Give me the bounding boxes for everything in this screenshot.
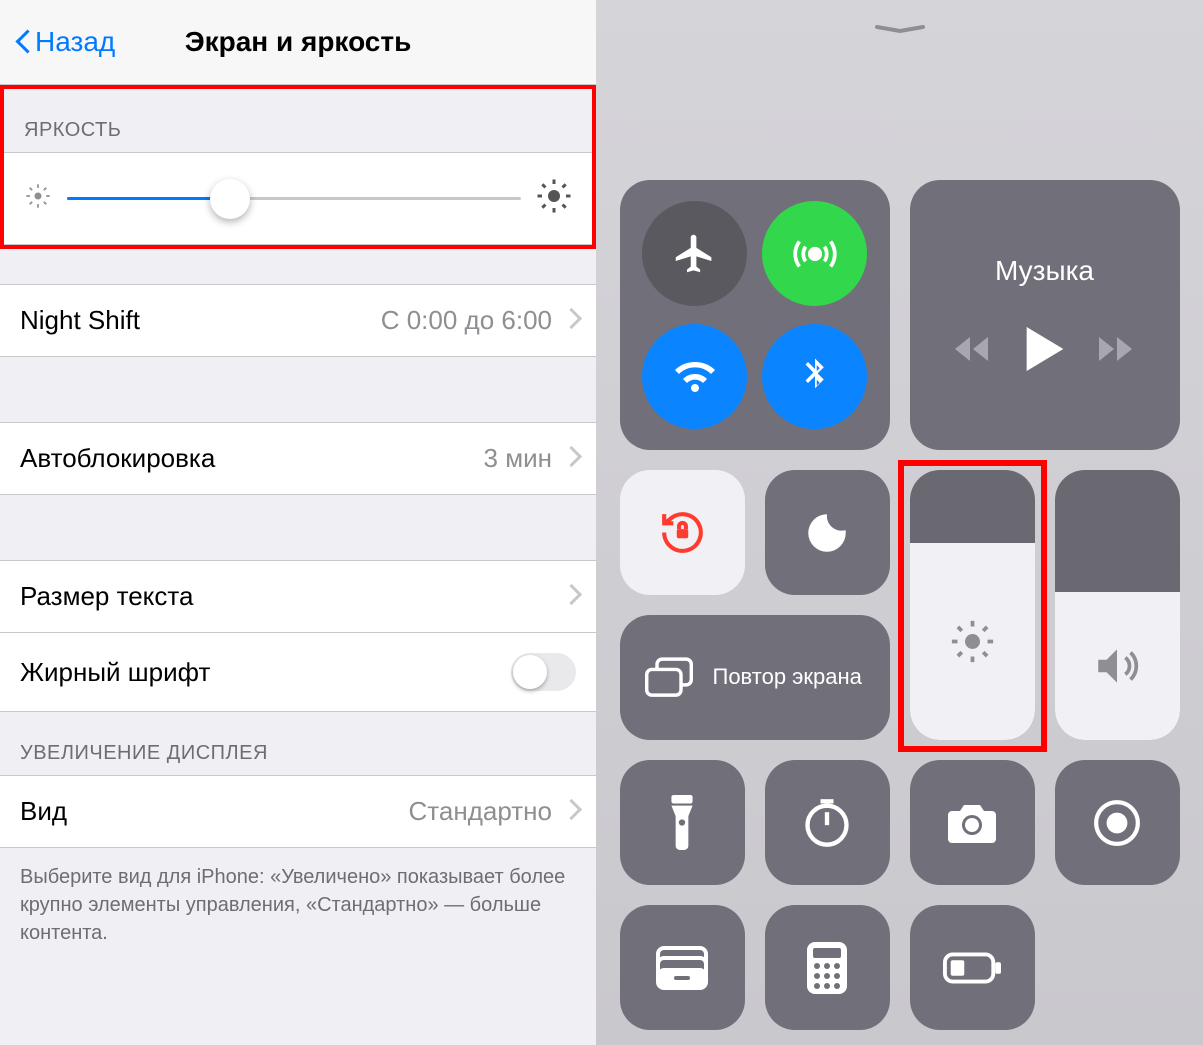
brightness-highlight: ЯРКОСТЬ [0, 85, 596, 249]
chevron-right-icon [564, 587, 576, 607]
volume-vslider[interactable] [1055, 470, 1180, 740]
brightness-slider[interactable] [67, 179, 521, 219]
auto-lock-label: Автоблокировка [20, 443, 484, 474]
toggle-knob [513, 655, 547, 689]
auto-lock-row[interactable]: Автоблокировка 3 мин [0, 422, 596, 495]
music-controls [955, 327, 1135, 376]
wifi-button[interactable] [642, 324, 747, 429]
camera-button[interactable] [910, 760, 1035, 885]
chevron-right-icon [564, 802, 576, 822]
brightness-fill [910, 543, 1035, 740]
settings-panel: Назад Экран и яркость ЯРКОСТЬ Night Shif… [0, 0, 596, 1045]
bold-text-row: Жирный шрифт [0, 633, 596, 712]
chevron-left-icon [15, 28, 31, 56]
volume-fill [1055, 592, 1180, 741]
music-label: Музыка [995, 255, 1094, 287]
bluetooth-button[interactable] [762, 324, 867, 429]
cellular-data-button[interactable] [762, 201, 867, 306]
brightness-vslider[interactable] [910, 470, 1035, 740]
night-shift-value: С 0:00 до 6:00 [381, 305, 552, 336]
view-label: Вид [20, 796, 409, 827]
slider-track [67, 197, 521, 200]
do-not-disturb-button[interactable] [765, 470, 890, 595]
previous-track-button[interactable] [955, 334, 991, 369]
back-label: Назад [35, 26, 115, 58]
orientation-lock-button[interactable] [620, 470, 745, 595]
auto-lock-value: 3 мин [484, 443, 552, 474]
screen-mirror-label: Повтор экрана [713, 664, 862, 690]
night-shift-row[interactable]: Night Shift С 0:00 до 6:00 [0, 284, 596, 357]
screen-record-button[interactable] [1055, 760, 1180, 885]
connectivity-card [620, 180, 890, 450]
chevron-right-icon [564, 449, 576, 469]
slider-fill [67, 197, 230, 200]
night-shift-label: Night Shift [20, 305, 381, 336]
view-value: Стандартно [409, 796, 552, 827]
screen-mirroring-button[interactable]: Повтор экрана [620, 615, 890, 740]
back-button[interactable]: Назад [15, 26, 115, 58]
text-size-row[interactable]: Размер текста [0, 560, 596, 633]
brightness-section-header: ЯРКОСТЬ [4, 89, 592, 152]
footer-text: Выберите вид для iPhone: «Увеличено» пок… [0, 848, 596, 962]
control-center-panel: Музыка [596, 0, 1203, 1045]
music-card[interactable]: Музыка [910, 180, 1180, 450]
grabber-icon[interactable] [875, 20, 925, 28]
sun-low-icon [24, 182, 52, 215]
next-track-button[interactable] [1099, 334, 1135, 369]
text-size-label: Размер текста [20, 581, 564, 612]
chevron-right-icon [564, 311, 576, 331]
play-button[interactable] [1026, 327, 1064, 376]
airplane-mode-button[interactable] [642, 201, 747, 306]
nav-bar: Назад Экран и яркость [0, 0, 596, 85]
bold-text-label: Жирный шрифт [20, 657, 511, 688]
wallet-button[interactable] [620, 905, 745, 1030]
flashlight-button[interactable] [620, 760, 745, 885]
slider-thumb[interactable] [210, 179, 250, 219]
brightness-slider-row [4, 152, 592, 245]
sun-high-icon [536, 178, 572, 219]
sun-icon [950, 619, 995, 664]
view-row[interactable]: Вид Стандартно [0, 775, 596, 848]
low-power-mode-button[interactable] [910, 905, 1035, 1030]
calculator-button[interactable] [765, 905, 890, 1030]
speaker-icon [1092, 641, 1142, 691]
bold-text-toggle[interactable] [511, 653, 576, 691]
timer-button[interactable] [765, 760, 890, 885]
display-zoom-header: УВЕЛИЧЕНИЕ ДИСПЛЕЯ [0, 712, 596, 775]
